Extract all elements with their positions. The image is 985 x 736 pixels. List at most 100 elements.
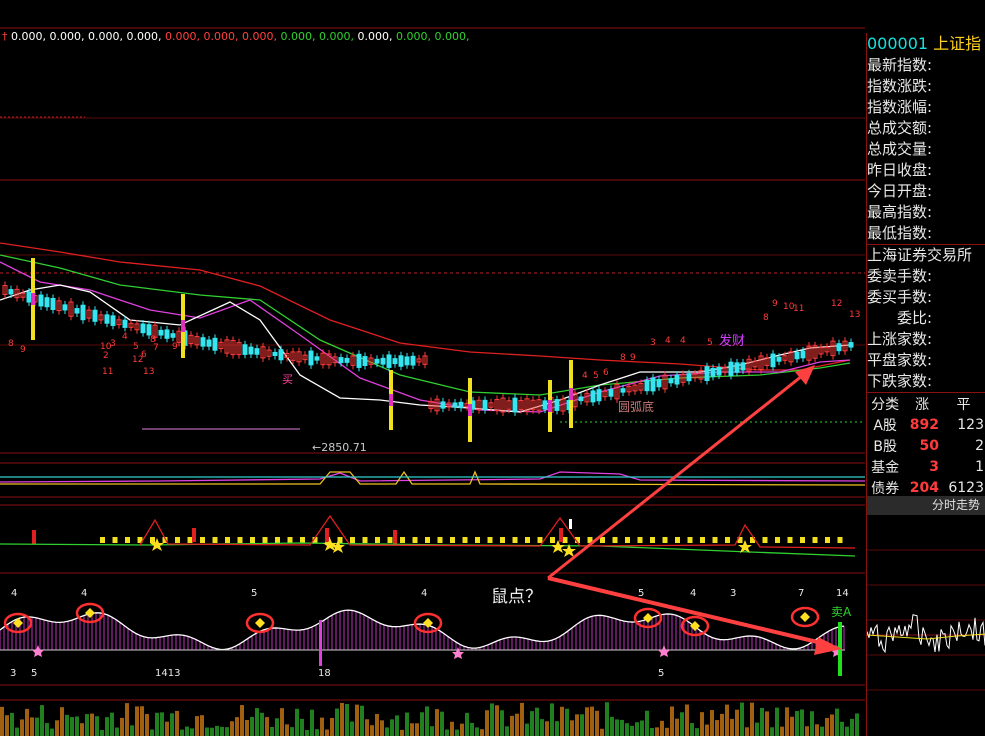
candle-body — [140, 323, 146, 334]
candle-body — [254, 348, 260, 355]
volume-bar — [455, 729, 459, 736]
candle-body — [590, 390, 596, 403]
candle-count-label: 5 — [133, 342, 139, 352]
volume-bar — [70, 717, 74, 736]
indicator-square — [262, 537, 268, 543]
indicator-value: 0.000, — [165, 30, 200, 43]
volume-bar — [800, 709, 804, 736]
candle-body — [308, 350, 314, 366]
intraday-tab[interactable]: 分时走势 — [867, 496, 985, 515]
order-field: 委卖手数: — [867, 267, 933, 285]
volume-bar — [215, 725, 219, 736]
candle-body — [50, 297, 56, 311]
quote-field: 最低指数: — [867, 224, 933, 242]
candle-body — [164, 329, 170, 339]
indicator-square — [425, 537, 430, 543]
indicator-bar — [569, 519, 572, 529]
volume-bar — [550, 703, 554, 736]
oscillator-count-label: 5 — [251, 588, 257, 599]
kline-chart-area[interactable]: 8 9 10 11 12 13 8 4 5 7 9 3 2 6 3 4 4 5 8 9 10 11 12 13 8 9 4 5 6 4 4 5… — [0, 0, 865, 736]
indicator-square — [100, 537, 105, 543]
volume-bar — [245, 719, 249, 736]
indicator-square — [225, 537, 230, 543]
volume-bar — [700, 712, 704, 736]
volume-bar — [430, 726, 434, 736]
indicator-square — [687, 537, 693, 543]
volume-bar — [850, 718, 854, 736]
signal-bar-marker — [468, 404, 472, 416]
candle-count-label: 6 — [603, 368, 609, 378]
indicator-bar — [32, 530, 36, 544]
volume-bar — [615, 719, 619, 736]
indicator-square — [200, 537, 205, 543]
volume-bar — [265, 717, 269, 736]
volume-bar — [190, 728, 194, 736]
candle-body — [674, 374, 680, 385]
candle-count-label: 3 — [110, 339, 116, 349]
breadth-table: 分类 涨 平 A股 892 123 B股 50 2 基金 3 1 债券 204 … — [867, 392, 985, 498]
indicator-square — [725, 537, 730, 543]
volume-bar — [65, 714, 69, 736]
volume-bar — [220, 726, 224, 736]
candle-body — [656, 379, 662, 388]
oscillator-count-label: 4 — [11, 588, 17, 599]
volume-bar — [45, 723, 49, 736]
volume-bar — [295, 708, 299, 736]
volume-bar — [370, 725, 374, 736]
volume-bar — [60, 707, 64, 736]
volume-bar — [610, 716, 614, 736]
indicator-value: 0.000, — [357, 30, 393, 43]
volume-bar — [280, 708, 284, 736]
header-cell: 分类 — [871, 396, 900, 413]
candle-body — [710, 367, 716, 377]
candle-count-label: 4 — [680, 336, 686, 346]
candle-body — [410, 355, 416, 366]
candle-count-label: 12 — [831, 299, 842, 309]
candle-body — [398, 355, 404, 367]
candle-body — [620, 388, 626, 393]
buy-signal-label: 买 — [282, 373, 293, 386]
volume-bar — [545, 721, 549, 736]
indicator-line-yellow — [0, 470, 865, 486]
indicator-square — [712, 537, 718, 543]
indicator-square — [625, 537, 630, 543]
kline-chart-svg[interactable]: 89 10111213845 7 932 63 4 4 589 1011 12138 94 5 64 4 5… — [0, 0, 865, 736]
volume-bar — [480, 729, 484, 736]
volume-bar — [195, 716, 199, 736]
candle-count-label: 7 — [153, 343, 159, 353]
signal-bar — [319, 620, 322, 666]
volume-bar — [630, 725, 634, 736]
indicator-value: 0.000, — [280, 30, 316, 43]
volume-bar — [795, 711, 799, 736]
volume-bar — [400, 729, 404, 736]
volume-bar — [790, 716, 794, 736]
volume-bar — [580, 714, 584, 736]
flat-count-cell: 2 — [975, 437, 984, 454]
volume-bar — [380, 720, 384, 736]
volume-bar — [635, 722, 639, 736]
candle-count-label: 9 — [20, 345, 26, 355]
volume-bar — [120, 717, 124, 736]
stock-code: 000001 — [867, 34, 929, 53]
volume-bar — [470, 722, 474, 736]
candle-body — [212, 337, 218, 351]
volume-bar — [490, 703, 494, 736]
volume-bar — [345, 703, 349, 736]
volume-bar — [785, 707, 789, 736]
volume-bar — [255, 708, 259, 736]
indicator-square — [125, 537, 130, 543]
volume-bar — [835, 708, 839, 736]
volume-bar — [5, 715, 9, 736]
candle-count-label: 4 — [582, 371, 588, 381]
indicator-square — [150, 537, 155, 543]
category-cell: 债券 — [871, 480, 900, 497]
oscillator-count-label: 4 — [421, 588, 427, 599]
flat-count-cell: 123 — [957, 416, 984, 433]
volume-bar — [645, 710, 649, 736]
signal-bar-marker — [548, 400, 552, 412]
indicator-square — [412, 537, 418, 543]
volume-bar — [510, 715, 514, 736]
candle-body — [380, 357, 386, 365]
up-count-cell: 892 — [909, 416, 939, 433]
intraday-mini-chart[interactable] — [867, 515, 985, 736]
